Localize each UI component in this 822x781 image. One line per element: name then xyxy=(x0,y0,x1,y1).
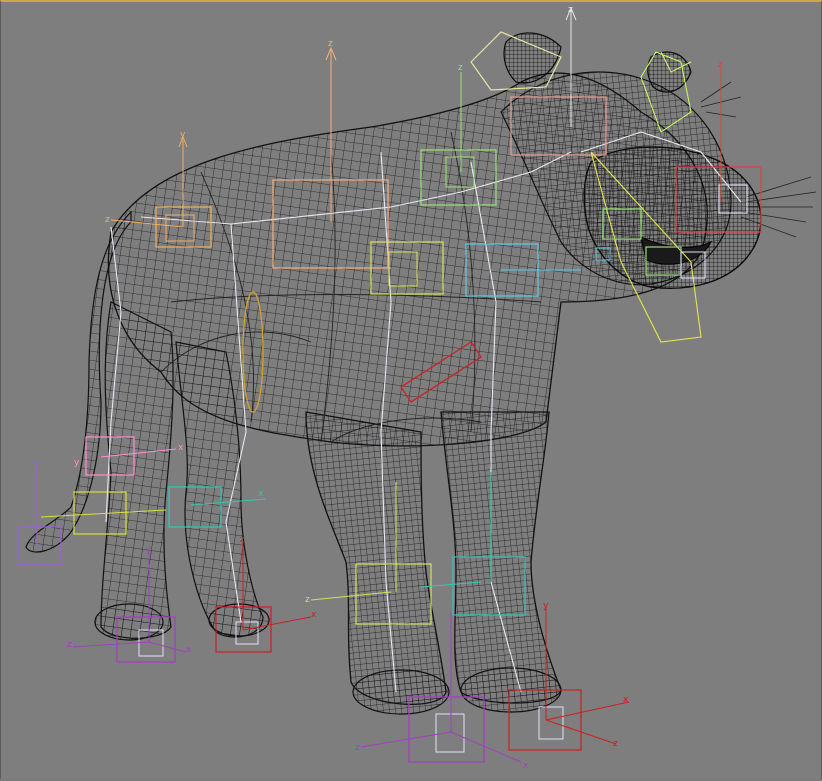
svg-text:x: x xyxy=(523,761,529,771)
paw-front-left xyxy=(352,669,450,715)
svg-text:z: z xyxy=(568,5,573,15)
3d-viewport[interactable]: y z z z z z x y z x z y z x z x z x y x … xyxy=(0,0,822,779)
ear-right xyxy=(647,51,692,93)
front-leg-left-mesh xyxy=(305,411,447,705)
svg-text:z: z xyxy=(613,739,618,749)
svg-text:y: y xyxy=(74,458,80,468)
svg-text:z: z xyxy=(34,460,39,470)
svg-text:z: z xyxy=(355,743,360,753)
viewport-scene[interactable]: y z z z z z x y z x z y z x z x z x y x … xyxy=(1,2,822,781)
svg-text:y: y xyxy=(180,130,186,140)
svg-text:z: z xyxy=(458,63,463,73)
svg-text:z: z xyxy=(67,640,72,650)
svg-text:z: z xyxy=(718,60,723,70)
svg-text:x: x xyxy=(258,489,264,499)
svg-text:y: y xyxy=(543,601,549,611)
svg-text:y: y xyxy=(146,545,152,555)
svg-text:x: x xyxy=(178,443,184,453)
paw-back-left xyxy=(94,603,164,641)
svg-text:x: x xyxy=(623,695,629,705)
svg-text:z: z xyxy=(305,595,310,605)
svg-text:z: z xyxy=(328,39,333,49)
svg-text:x: x xyxy=(311,610,317,620)
svg-text:x: x xyxy=(186,645,192,655)
svg-text:z: z xyxy=(105,215,110,225)
svg-text:z: z xyxy=(240,535,245,545)
